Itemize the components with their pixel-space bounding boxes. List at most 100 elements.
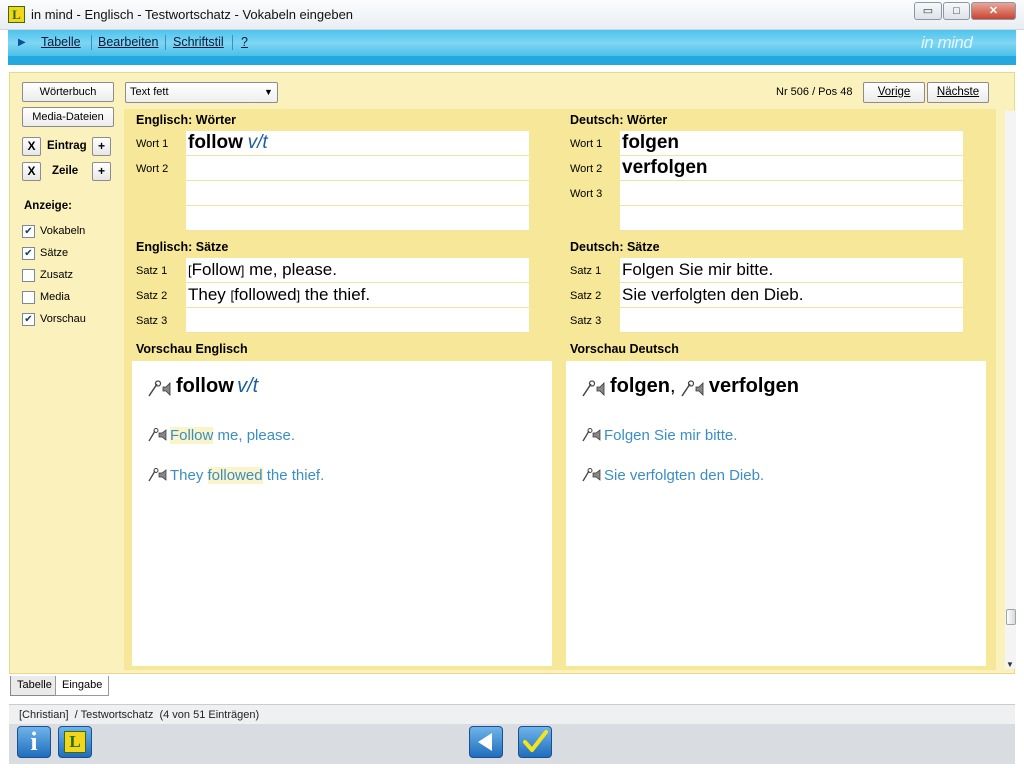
editor-panel: Englisch: Wörter Wort 1 Wort 2 follow v/… [124,109,996,670]
audio-icon[interactable] [146,380,176,398]
maximize-button[interactable]: □ [943,2,970,20]
minimize-button[interactable]: ▭ [914,2,942,20]
back-button[interactable] [469,726,503,758]
german-word-3-field[interactable] [620,181,963,206]
title-bar: L in mind - Englisch - Testwortschatz - … [0,0,1024,30]
english-word-4-field[interactable] [186,206,529,231]
sentence-label: Satz 2 [136,290,168,302]
audio-icon[interactable] [580,467,604,485]
german-word-4-field[interactable] [620,206,963,231]
english-word-3-field[interactable] [186,181,529,206]
checkbox-vokabeln[interactable]: ✔ [22,225,35,238]
menu-arrow-icon: ▶ [18,37,26,48]
checkbox-media[interactable] [22,291,35,304]
arrow-left-icon [478,733,492,751]
german-word-2-field[interactable]: verfolgen [620,156,963,181]
select-value: Text fett [130,86,169,98]
menu-separator [165,35,166,50]
word-label: Wort 1 [570,138,603,150]
word-text: follow [188,132,243,153]
previous-button[interactable]: Vorige [863,82,925,103]
word-label: Wort 2 [570,163,603,175]
add-entry-button[interactable]: + [92,137,111,156]
audio-icon[interactable] [146,467,170,485]
english-word-2-field[interactable] [186,156,529,181]
sentence-keyword: Follow [191,260,241,279]
menu-schriftstil[interactable]: Schriftstil [173,35,224,49]
german-sentence-1-field[interactable]: Folgen Sie mir bitte. [620,258,963,283]
german-sentences-title: Deutsch: Sätze [570,240,660,254]
text-style-select[interactable]: Text fett ▼ [125,82,278,103]
lexicon-icon: L [64,731,86,753]
preview-word-line: folgen, verfolgen [580,375,799,398]
german-preview: folgen, verfolgen Folgen Sie mir bitte. … [566,361,986,666]
menu-separator [232,35,233,50]
menu-help[interactable]: ? [241,35,248,49]
preview-sentence-text: the thief. [262,467,325,484]
scrollbar-thumb[interactable] [1006,609,1016,625]
german-sentence-3-field[interactable] [620,308,963,333]
menu-bearbeiten[interactable]: Bearbeiten [98,35,158,49]
remove-line-button[interactable]: X [22,162,41,181]
checkbox-label: Vokabeln [40,225,86,237]
status-count: (4 von 51 Einträgen) [159,709,260,721]
checkbox-vorschau[interactable]: ✔ [22,313,35,326]
audio-icon[interactable] [580,427,604,445]
sentence-text: Sie verfolgten den Dieb. [622,285,804,304]
menu-stripe [8,56,1016,65]
english-sentence-1-field[interactable]: [Follow] me, please. [186,258,529,283]
english-word-1-field[interactable]: follow v/t [186,131,529,156]
preview-sentence-text: They [170,467,208,484]
word-grammar: v/t [247,132,268,153]
preview-sentence-1: Follow me, please. [146,427,295,445]
english-words-title: Englisch: Wörter [136,113,237,127]
info-button[interactable]: i [17,726,51,758]
word-text: verfolgen [622,157,708,178]
next-label: Nächste [936,86,980,98]
chevron-down-icon: ▼ [264,87,273,97]
checkbox-label: Vorschau [40,313,86,325]
preview-sentence-1: Folgen Sie mir bitte. [580,427,737,445]
menu-bar: ▶ Tabelle Bearbeiten Schriftstil ? in mi… [8,30,1016,56]
tab-eingabe[interactable]: Eingabe [55,676,110,696]
bottom-toolbar: i L [9,724,1015,764]
sentence-label: Satz 1 [136,265,168,277]
sentence-keyword: followed [234,285,297,304]
info-icon: i [30,727,38,756]
sentence-label: Satz 1 [570,265,602,277]
preview-sentence-text: Sie verfolgten den Dieb. [604,467,765,484]
tab-tabelle[interactable]: Tabelle [10,676,59,696]
english-preview-title: Vorschau Englisch [136,342,248,356]
checkbox-saetze[interactable]: ✔ [22,247,35,260]
german-sentence-2-field[interactable]: Sie verfolgten den Dieb. [620,283,963,308]
preview-sentence-2: They followed the thief. [146,467,324,485]
german-word-1-field[interactable]: folgen [620,131,963,156]
english-sentence-2-field[interactable]: They [followed] the thief. [186,283,529,308]
sentence-text: the thief. [300,285,371,304]
confirm-button[interactable] [518,726,552,758]
audio-icon[interactable] [679,380,709,398]
preview-separator: , [670,375,676,397]
add-line-button[interactable]: + [92,162,111,181]
woerterbuch-button[interactable]: Wörterbuch [22,82,114,102]
english-sentences-title: Englisch: Sätze [136,240,229,254]
checkmark-icon [523,730,548,752]
media-files-button[interactable]: Media-Dateien [22,107,114,127]
close-button[interactable]: ✕ [971,2,1016,20]
preview-word-line: follow v/t [146,375,258,398]
audio-icon[interactable] [580,380,610,398]
main-content: Wörterbuch Media-Dateien X Eintrag + X Z… [9,72,1016,674]
sentence-text: me, please. [244,260,337,279]
vertical-scrollbar[interactable] [1005,111,1016,669]
sentence-label: Satz 3 [136,315,168,327]
next-button[interactable]: Nächste [927,82,989,103]
scroll-down-icon[interactable]: ▼ [1006,660,1014,669]
english-sentence-3-field[interactable] [186,308,529,333]
remove-entry-button[interactable]: X [22,137,41,156]
menu-tabelle[interactable]: Tabelle [41,35,81,49]
audio-icon[interactable] [146,427,170,445]
lexicon-button[interactable]: L [58,726,92,758]
english-preview: follow v/t Follow me, please. They follo… [132,361,552,666]
checkbox-zusatz[interactable] [22,269,35,282]
word-text: folgen [622,132,679,153]
